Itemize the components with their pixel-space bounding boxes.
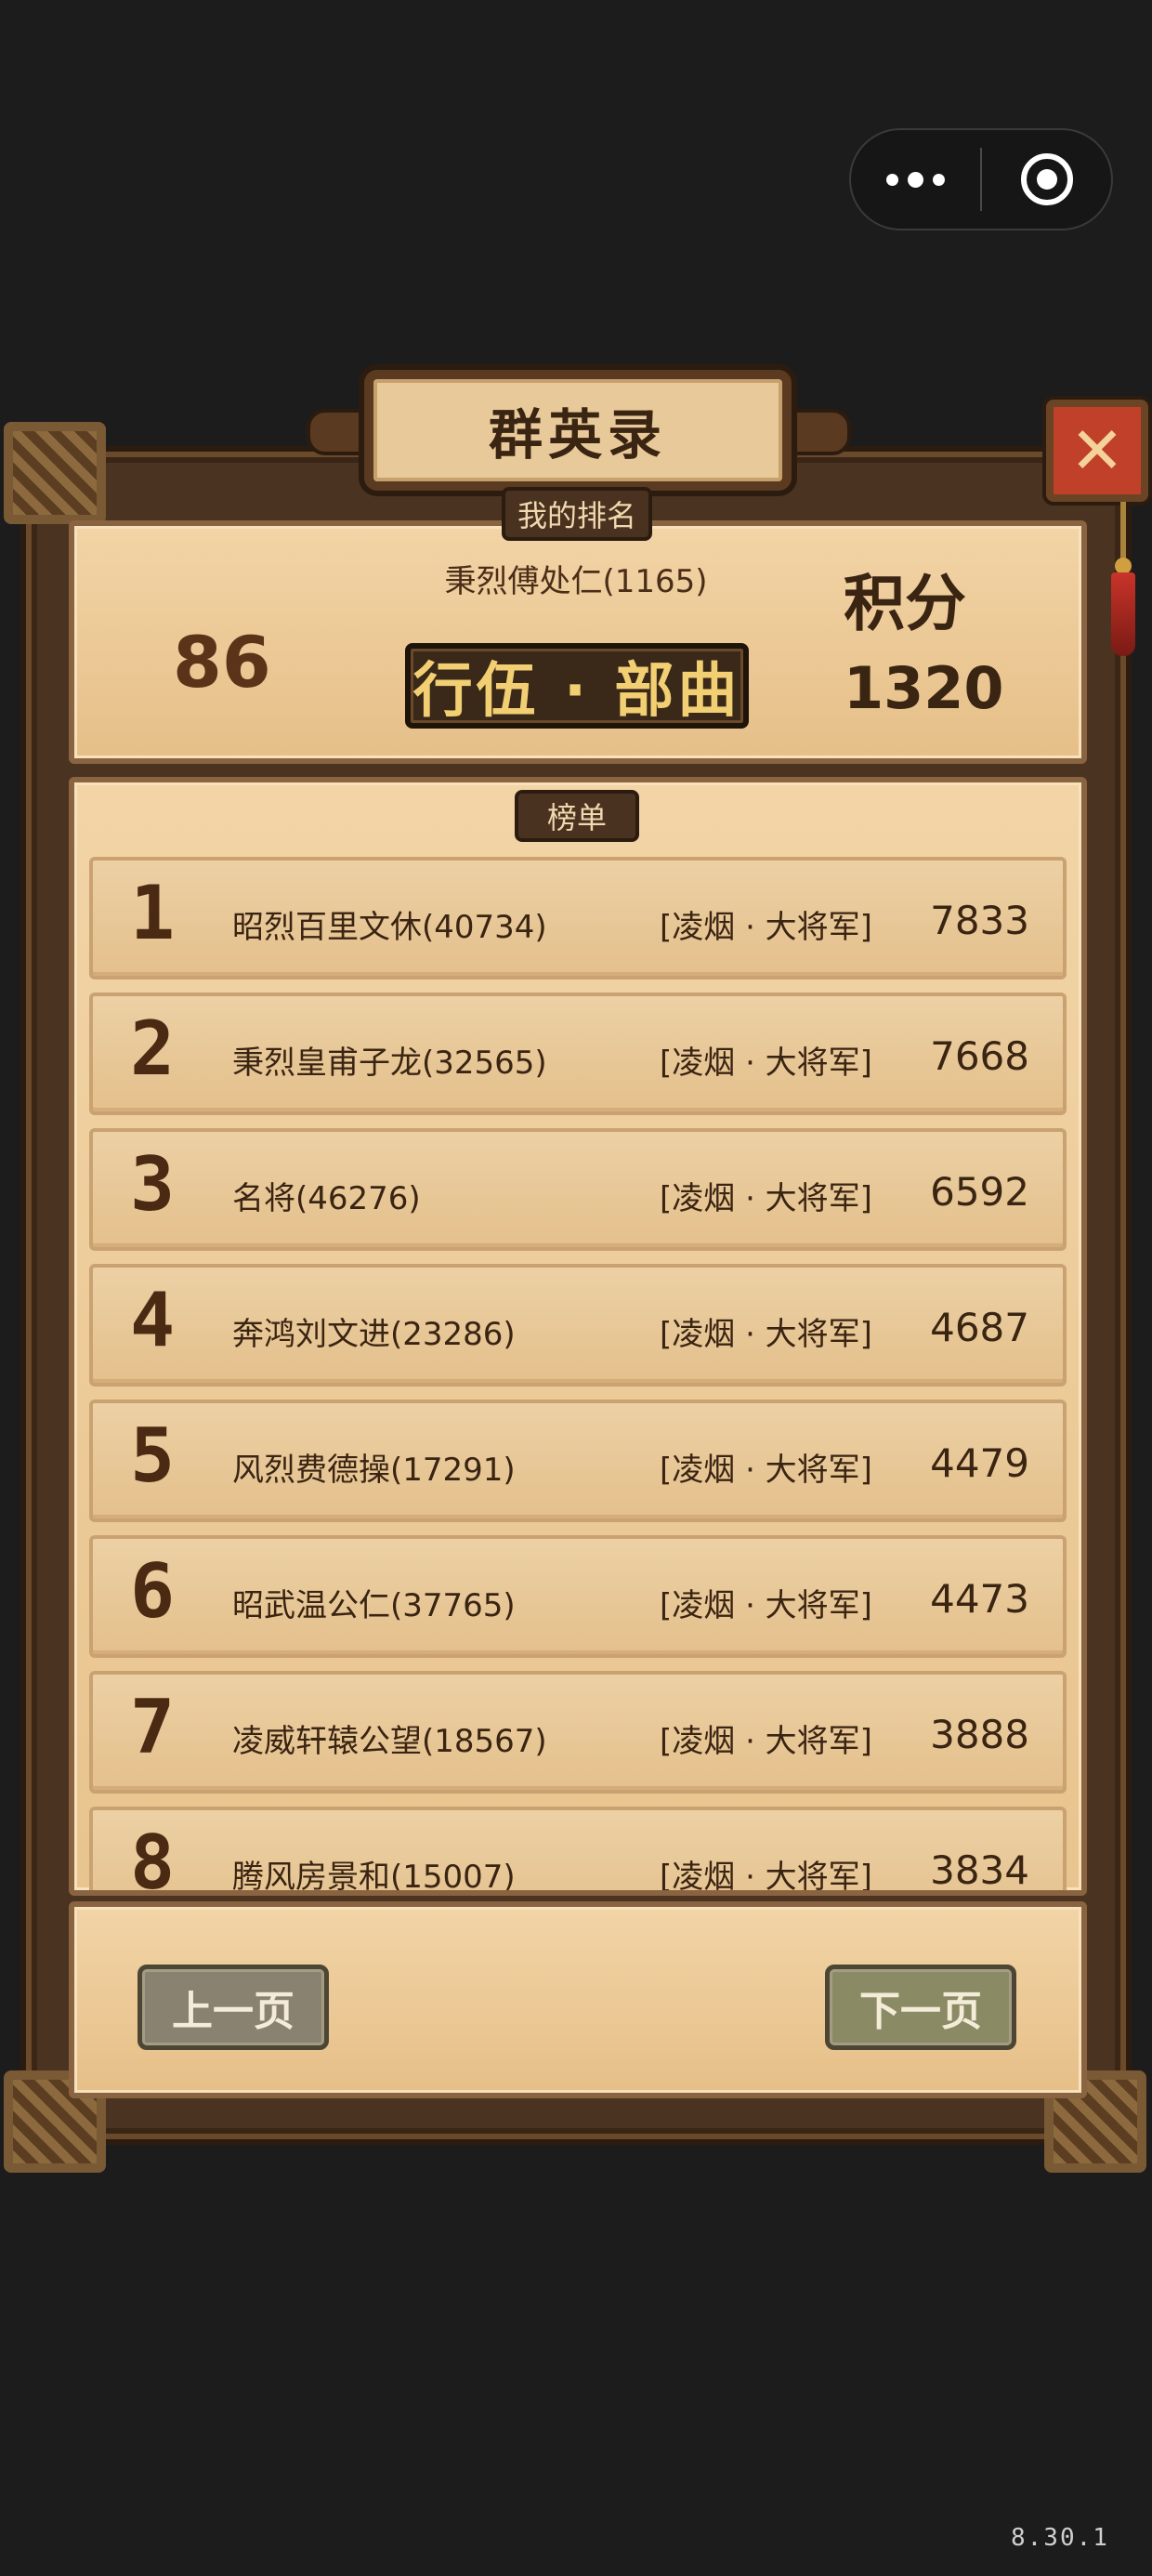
row-title: [凌烟 · 大将军] (660, 1316, 872, 1353)
prev-page-button[interactable]: 上一页 (137, 1965, 329, 2050)
row-rank: 4 (130, 1277, 176, 1363)
my-rank-title-badge: 行伍 · 部曲 (405, 643, 749, 729)
row-title: [凌烟 · 大将军] (660, 1587, 872, 1624)
row-rank: 5 (130, 1413, 176, 1499)
row-title: [凌烟 · 大将军] (660, 909, 872, 946)
row-title: [凌烟 · 大将军] (660, 1045, 872, 1082)
corner-knot-decoration (4, 422, 106, 524)
leaderboard-row[interactable]: 5 风烈费德操(17291) [凌烟 · 大将军] 4479 (89, 1400, 1067, 1522)
close-button[interactable]: ✕ (1046, 400, 1148, 502)
row-rank: 8 (130, 1820, 176, 1896)
my-score: 1320 (844, 654, 1004, 722)
next-page-button[interactable]: 下一页 (825, 1965, 1016, 2050)
leaderboard-list[interactable]: 1 昭烈百里文休(40734) [凌烟 · 大将军] 7833 2 秉烈皇甫子龙… (69, 777, 1087, 1896)
row-player-name: 昭烈百里文休(40734) (232, 909, 547, 946)
row-rank: 7 (130, 1684, 176, 1770)
row-title: [凌烟 · 大将军] (660, 1859, 872, 1896)
row-title: [凌烟 · 大将军] (660, 1180, 872, 1217)
leaderboard-row[interactable]: 1 昭烈百里文休(40734) [凌烟 · 大将军] 7833 (89, 857, 1067, 979)
my-rank-number: 86 (173, 621, 271, 703)
row-score: 6592 (930, 1169, 1029, 1215)
leaderboard-row[interactable]: 6 昭武温公仁(37765) [凌烟 · 大将军] 4473 (89, 1535, 1067, 1658)
row-score: 3888 (930, 1712, 1029, 1757)
row-score: 4479 (930, 1440, 1029, 1486)
row-rank: 6 (130, 1548, 176, 1635)
close-miniprogram-icon[interactable] (982, 153, 1111, 205)
leaderboard-row[interactable]: 8 腾风房景和(15007) [凌烟 · 大将军] 3834 (89, 1807, 1067, 1896)
list-tag: 榜单 (515, 790, 639, 842)
row-title: [凌烟 · 大将军] (660, 1723, 872, 1760)
my-player-name: 秉烈傅处仁(1165) (444, 563, 708, 600)
row-player-name: 秉烈皇甫子龙(32565) (232, 1045, 547, 1082)
row-score: 7833 (930, 898, 1029, 943)
row-rank: 2 (130, 1005, 176, 1092)
leaderboard-row[interactable]: 2 秉烈皇甫子龙(32565) [凌烟 · 大将军] 7668 (89, 992, 1067, 1115)
title-wing-decoration (307, 409, 372, 455)
title-plaque: 群英录 (364, 370, 792, 491)
row-title: [凌烟 · 大将军] (660, 1452, 872, 1489)
leaderboard-row[interactable]: 7 凌威轩辕公望(18567) [凌烟 · 大将军] 3888 (89, 1671, 1067, 1794)
panel-title: 群英录 (488, 403, 667, 467)
row-rank: 3 (130, 1141, 176, 1228)
row-player-name: 腾风房景和(15007) (232, 1859, 516, 1896)
title-wing-decoration (786, 409, 851, 455)
version-label: 8.30.1 (1011, 2524, 1109, 2552)
row-player-name: 风烈费德操(17291) (232, 1452, 516, 1489)
leaderboard-rows: 1 昭烈百里文休(40734) [凌烟 · 大将军] 7833 2 秉烈皇甫子龙… (89, 857, 1067, 1896)
close-icon: ✕ (1069, 413, 1125, 489)
row-player-name: 凌威轩辕公望(18567) (232, 1723, 547, 1760)
my-rank-tag: 我的排名 (502, 487, 652, 541)
row-player-name: 奔鸿刘文进(23286) (232, 1316, 516, 1353)
row-score: 4473 (930, 1576, 1029, 1622)
leaderboard-row[interactable]: 4 奔鸿刘文进(23286) [凌烟 · 大将军] 4687 (89, 1264, 1067, 1387)
row-score: 4687 (930, 1305, 1029, 1350)
row-rank: 1 (130, 870, 176, 956)
miniprogram-capsule (849, 128, 1113, 230)
leaderboard-row[interactable]: 3 名将(46276) [凌烟 · 大将军] 6592 (89, 1128, 1067, 1251)
row-player-name: 名将(46276) (232, 1180, 421, 1217)
more-menu-icon[interactable] (851, 171, 980, 188)
row-score: 3834 (930, 1847, 1029, 1893)
row-score: 7668 (930, 1033, 1029, 1079)
score-label: 积分 (844, 568, 966, 639)
row-player-name: 昭武温公仁(37765) (232, 1587, 516, 1624)
tassel-decoration (1111, 502, 1135, 660)
